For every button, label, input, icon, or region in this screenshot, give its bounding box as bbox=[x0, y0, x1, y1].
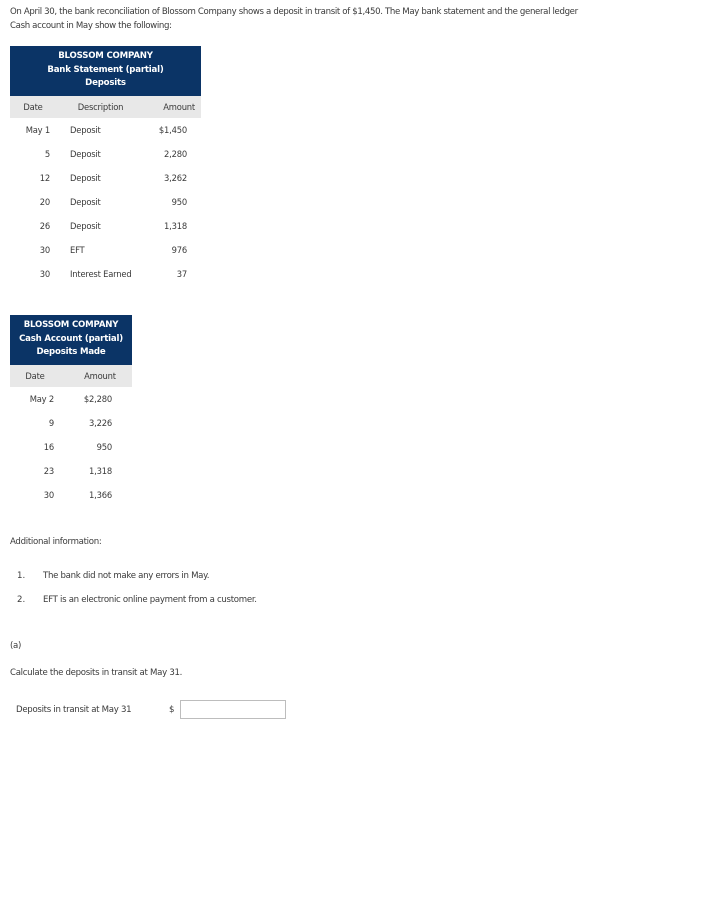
additional-info-heading: Additional information: bbox=[10, 537, 102, 547]
table-row: 20 Deposit 950 bbox=[10, 190, 201, 214]
row-date: 30 bbox=[39, 244, 50, 255]
row-amount: $2,280 bbox=[83, 393, 112, 404]
row-amount: 950 bbox=[171, 196, 188, 207]
row-amount: 3,262 bbox=[164, 172, 187, 183]
table-row: 5 Deposit 2,280 bbox=[10, 142, 201, 166]
row-date: 9 bbox=[48, 417, 54, 428]
list-item-number: 2. bbox=[17, 595, 26, 605]
deposits-in-transit-input[interactable] bbox=[180, 700, 286, 719]
list-item-text: EFT is an electronic online payment from… bbox=[43, 595, 257, 605]
cash-account-subtitle: Cash Account (partial) bbox=[19, 333, 123, 344]
row-amount: $1,450 bbox=[158, 124, 187, 135]
bank-statement-title: BLOSSOM COMPANY Bank Statement (partial)… bbox=[10, 46, 201, 96]
bank-statement-subtitle: Bank Statement (partial) bbox=[47, 64, 164, 75]
row-amount: 37 bbox=[176, 268, 187, 279]
row-date: 23 bbox=[43, 465, 54, 476]
row-date: May 1 bbox=[25, 124, 51, 135]
table-row: 30 1,366 bbox=[10, 483, 132, 507]
row-amount: 2,280 bbox=[164, 148, 187, 159]
header-amount: Amount bbox=[145, 95, 201, 118]
deposits-in-transit-label: Deposits in transit at May 31 bbox=[16, 705, 132, 715]
table-row: 23 1,318 bbox=[10, 459, 132, 483]
table-header-row: Date Amount bbox=[10, 364, 132, 387]
cash-account-company: BLOSSOM COMPANY bbox=[23, 320, 119, 330]
cash-account-section: Deposits Made bbox=[36, 347, 106, 357]
row-amount: 3,226 bbox=[89, 417, 112, 428]
part-a-label: (a) bbox=[10, 641, 22, 651]
intro-text: On April 30, the bank reconciliation of … bbox=[10, 7, 578, 31]
table-row: 16 950 bbox=[10, 435, 132, 459]
row-description: Deposit bbox=[70, 172, 101, 183]
table-row: 30 Interest Earned 37 bbox=[10, 262, 201, 286]
bank-statement-section: Deposits bbox=[85, 78, 126, 88]
cash-account-title: BLOSSOM COMPANY Cash Account (partial) D… bbox=[10, 315, 132, 365]
header-date: Date bbox=[10, 364, 60, 387]
header-date: Date bbox=[10, 95, 56, 118]
row-description: Deposit bbox=[70, 196, 101, 207]
bank-statement-company: BLOSSOM COMPANY bbox=[58, 51, 153, 61]
table-header-row: Date Description Amount bbox=[10, 95, 201, 118]
row-description: Deposit bbox=[70, 148, 101, 159]
row-date: 30 bbox=[39, 268, 50, 279]
row-date: May 2 bbox=[29, 393, 55, 404]
table-row: 9 3,226 bbox=[10, 411, 132, 435]
row-description: Deposit bbox=[70, 124, 101, 135]
row-date: 30 bbox=[43, 489, 54, 500]
row-amount: 976 bbox=[171, 244, 188, 255]
row-amount: 950 bbox=[96, 441, 113, 452]
table-row: May 2 $2,280 bbox=[10, 387, 132, 411]
row-description: EFT bbox=[70, 244, 85, 255]
table-row: 30 EFT 976 bbox=[10, 238, 201, 262]
list-item-text: The bank did not make any errors in May. bbox=[43, 571, 210, 581]
header-description: Description bbox=[56, 95, 145, 118]
cash-account-table: BLOSSOM COMPANY Cash Account (partial) D… bbox=[10, 315, 132, 507]
row-description: Deposit bbox=[70, 220, 101, 231]
row-description: Interest Earned bbox=[70, 268, 132, 279]
row-amount: 1,318 bbox=[164, 220, 187, 231]
row-date: 16 bbox=[43, 441, 54, 452]
table-row: May 1 Deposit $1,450 bbox=[10, 118, 201, 142]
header-amount: Amount bbox=[60, 364, 132, 387]
row-date: 12 bbox=[39, 172, 50, 183]
row-date: 26 bbox=[39, 220, 50, 231]
row-amount: 1,366 bbox=[89, 489, 112, 500]
list-item-number: 1. bbox=[17, 571, 26, 581]
row-amount: 1,318 bbox=[89, 465, 112, 476]
bank-statement-table: BLOSSOM COMPANY Bank Statement (partial)… bbox=[10, 46, 201, 286]
table-row: 26 Deposit 1,318 bbox=[10, 214, 201, 238]
currency-symbol: $ bbox=[169, 705, 175, 715]
table-row: 12 Deposit 3,262 bbox=[10, 166, 201, 190]
row-date: 20 bbox=[39, 196, 50, 207]
row-date: 5 bbox=[44, 148, 50, 159]
part-a-instruction: Calculate the deposits in transit at May… bbox=[10, 668, 183, 678]
